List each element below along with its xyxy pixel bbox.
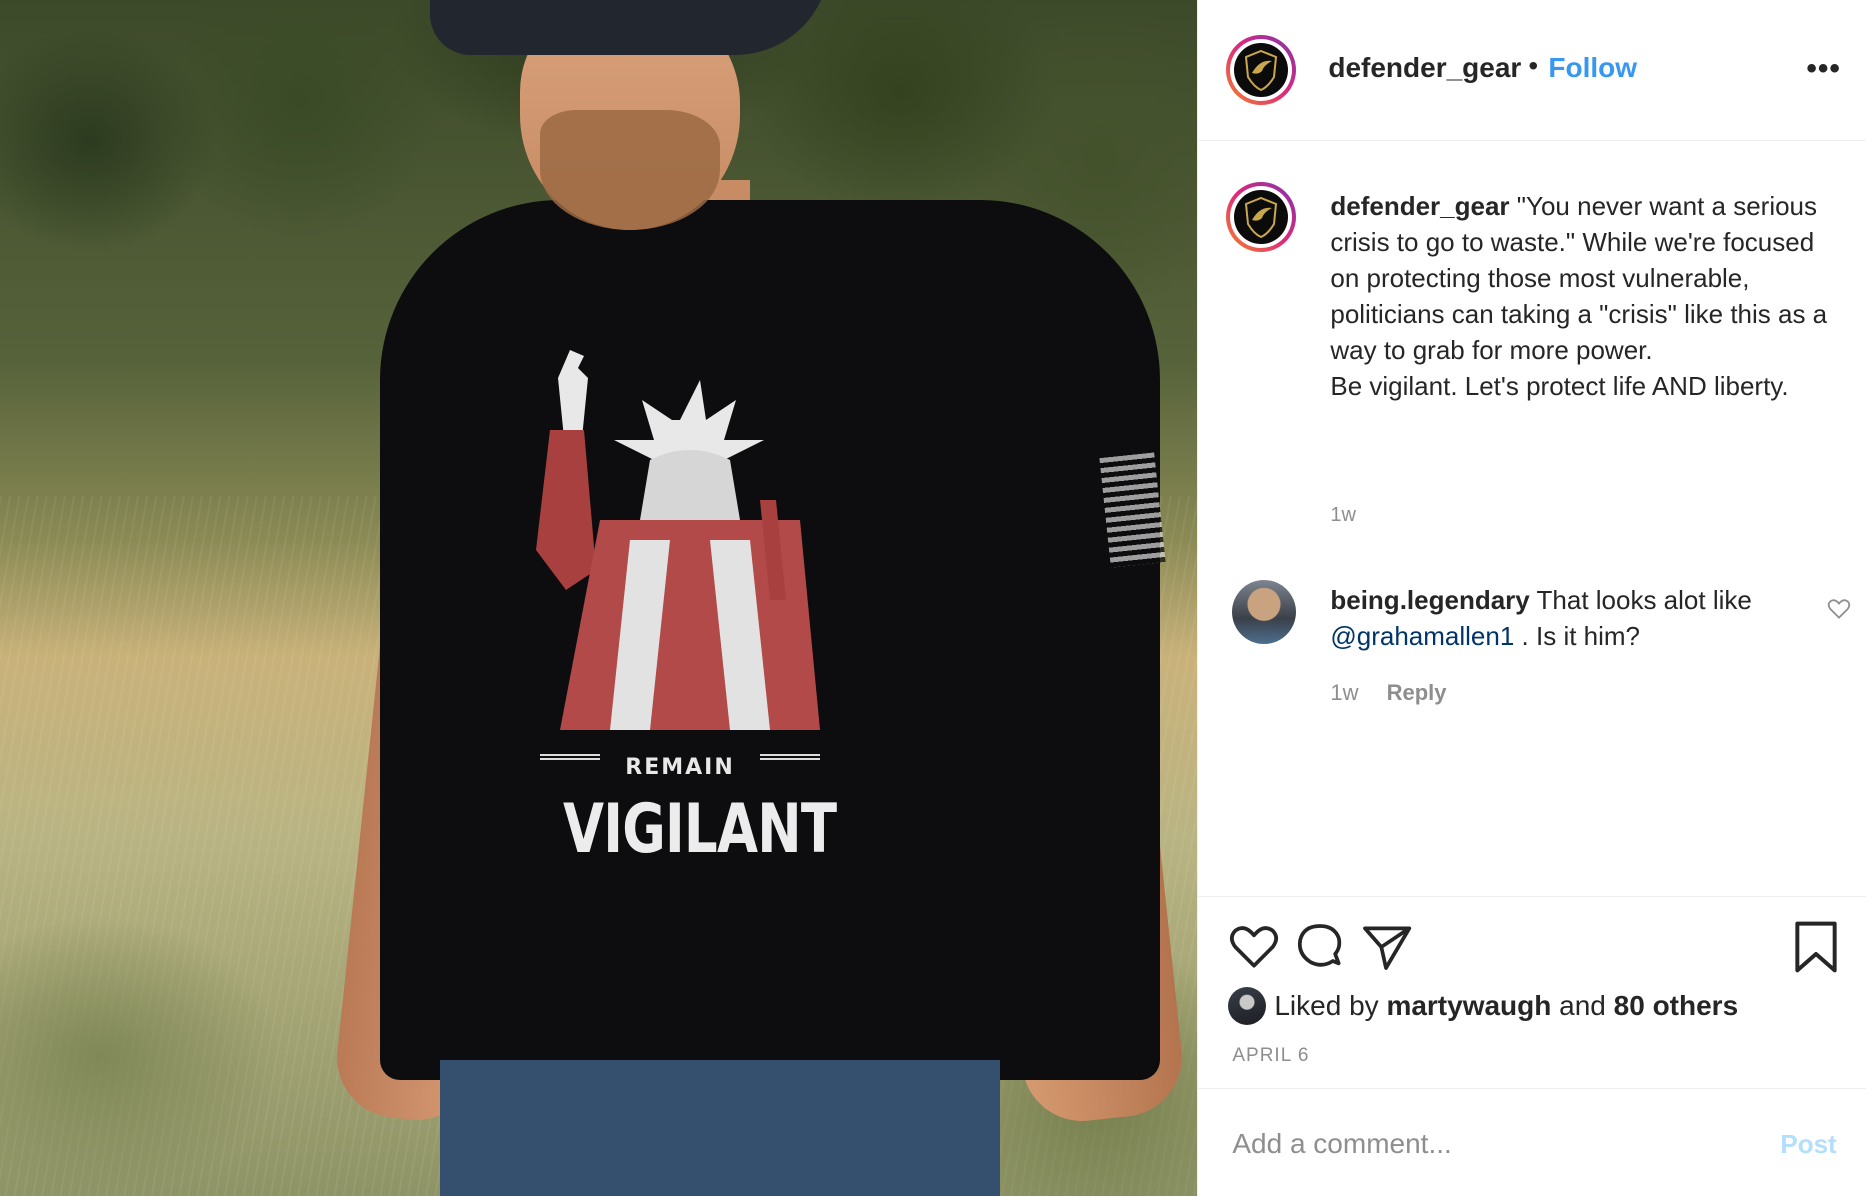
likes-summary: Liked by martywaugh and 80 others: [1228, 987, 1738, 1025]
comment-username[interactable]: being.legendary: [1330, 585, 1529, 615]
shirt-graphic: REMAIN VIGILANT: [530, 350, 837, 869]
shield-eagle-icon: [1245, 196, 1278, 239]
caption-time[interactable]: 1w: [1330, 504, 1356, 527]
comment-body: That looks alot like: [1536, 585, 1752, 615]
likes-others-link[interactable]: 80 others: [1614, 990, 1739, 1022]
caption-avatar[interactable]: [1226, 182, 1297, 252]
shirt-text-vigilant: VIGILANT: [563, 790, 837, 869]
post-header: defender_gear • Follow •••: [1198, 0, 1866, 141]
post-date[interactable]: APRIL 6: [1232, 1045, 1309, 1067]
shield-eagle-icon: [1245, 49, 1278, 92]
post-sidebar: defender_gear • Follow ••• defender_gear…: [1197, 0, 1866, 1196]
likes-conjunction: and: [1559, 990, 1606, 1021]
post-comment-button[interactable]: Post: [1780, 1129, 1836, 1160]
caption-body-2: Be vigilant. Let's protect life AND libe…: [1330, 371, 1789, 401]
follow-button[interactable]: Follow: [1548, 52, 1637, 84]
comment-body-end: . Is it him?: [1521, 621, 1641, 651]
likes-prefix: Liked by: [1274, 990, 1379, 1021]
jeans: [440, 1060, 1000, 1196]
add-comment-bar: Post: [1198, 1088, 1866, 1197]
like-heart-icon[interactable]: [1226, 919, 1282, 975]
share-direct-icon[interactable]: [1358, 919, 1414, 975]
bookmark-save-icon[interactable]: [1788, 919, 1844, 975]
sleeve-flag-print: [1099, 452, 1166, 568]
instagram-post: REMAIN VIGILANT defender_gear • Follow •…: [0, 0, 1866, 1196]
caption-username[interactable]: defender_gear: [1330, 191, 1509, 221]
post-photo[interactable]: REMAIN VIGILANT: [0, 0, 1198, 1196]
comment-time[interactable]: 1w: [1330, 680, 1358, 705]
defender-gear-logo: [1234, 43, 1289, 97]
defender-gear-logo: [1234, 190, 1289, 244]
divider-right: [760, 754, 820, 760]
statue-of-liberty-graphic: [536, 350, 820, 730]
liker-avatar[interactable]: [1228, 987, 1267, 1025]
comment-icon[interactable]: [1292, 919, 1348, 975]
header-username[interactable]: defender_gear: [1328, 52, 1521, 84]
reply-button[interactable]: Reply: [1387, 680, 1447, 705]
action-bar: Liked by martywaugh and 80 others APRIL …: [1198, 896, 1866, 1087]
separator-dot: •: [1528, 50, 1539, 81]
comment-mention-link[interactable]: @grahamallen1: [1330, 621, 1514, 651]
likes-user-link[interactable]: martywaugh: [1386, 990, 1551, 1022]
profile-avatar[interactable]: [1226, 35, 1297, 105]
comment-meta: 1w Reply: [1330, 680, 1446, 706]
cap: [430, 0, 830, 55]
commenter-avatar[interactable]: [1232, 580, 1297, 644]
more-options-icon[interactable]: •••: [1806, 52, 1841, 86]
caption-text: defender_gear "You never want a serious …: [1330, 188, 1840, 404]
comment-like-heart-icon[interactable]: [1826, 596, 1852, 622]
beard: [540, 110, 720, 230]
add-comment-input[interactable]: [1230, 1123, 1755, 1165]
comment-text: being.legendary That looks alot like @gr…: [1330, 582, 1770, 654]
